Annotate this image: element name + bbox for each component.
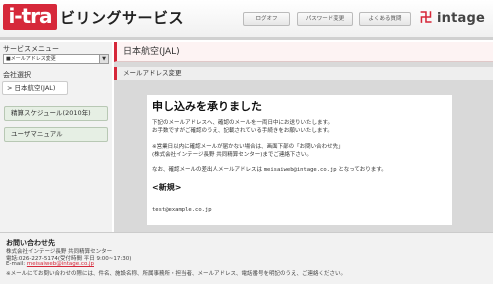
contact-email-prefix: E-mail: — [6, 261, 27, 267]
header: i-tra ビリングサービス ログオフ パスワード変更 よくある質問 卍 int… — [0, 0, 493, 40]
contact-note: ※メールにてお問い合わせの際には、件名、施設名称、所属事務所・担当者、メールアド… — [6, 271, 346, 277]
logoff-button[interactable]: ログオフ — [243, 12, 290, 26]
sender-email: meisaiweb@intage.co.jp — [263, 167, 337, 173]
section-title: メールアドレス変更 — [114, 67, 493, 80]
settlement-schedule-button[interactable]: 精算スケジュール(2010年) — [4, 106, 108, 121]
confirmation-heading: 申し込みを承りました — [152, 100, 262, 113]
message-line-1: 下記のメールアドレスへ、確認のメールを一両日中にお送りいたします。 — [152, 120, 333, 126]
service-menu-select[interactable]: ■メールアドレス変更 ▼ — [3, 54, 109, 64]
message-line-3: ※営業日以内に確認メールが届かない場合は、画面下部の「お問い合わせ先」 — [152, 144, 344, 150]
brand-name: intage — [437, 11, 486, 26]
footer: お問い合わせ先 株式会社インテージ長野 共同精算センター 電話:026-227-… — [0, 232, 493, 284]
user-manual-button[interactable]: ユーザマニュアル — [4, 127, 108, 142]
contact-email-line: E-mail: meisaiweb@intage.co.jp — [6, 261, 94, 267]
chevron-down-icon[interactable]: ▼ — [99, 55, 108, 63]
sender-note-prefix: なお、確認メールの差出人メールアドレスは — [152, 167, 264, 173]
confirmation-panel: 申し込みを承りました 下記のメールアドレスへ、確認のメールを一両日中にお送りいた… — [147, 95, 452, 225]
registered-email: test@example.co.jp — [152, 207, 212, 213]
page-title: 日本航空(JAL) — [114, 42, 493, 62]
logo-box: i-tra — [3, 4, 57, 30]
message-line-4: (株式会社インテージ長野 共同精算センター)までご連絡下さい。 — [152, 152, 312, 158]
main-content: 日本航空(JAL) メールアドレス変更 申し込みを承りました 下記のメールアドレ… — [114, 42, 493, 232]
change-password-button[interactable]: パスワード変更 — [297, 12, 353, 26]
service-title: ビリングサービス — [60, 9, 185, 27]
service-menu-selected-value: ■メールアドレス変更 — [6, 56, 56, 62]
contact-email-link[interactable]: meisaiweb@intage.co.jp — [27, 261, 94, 267]
service-menu-title: サービスメニュー — [3, 45, 59, 53]
company-button[interactable]: > 日本航空(JAL) — [2, 81, 68, 95]
new-label: <新規> — [152, 183, 182, 192]
sender-note-suffix: となっております。 — [336, 167, 387, 173]
faq-button[interactable]: よくある質問 — [359, 12, 411, 26]
brand-mark-icon: 卍 — [419, 11, 433, 26]
brand-logo: 卍 intage — [417, 9, 491, 29]
message-line-5: なお、確認メールの差出人メールアドレスは meisaiweb@intage.co… — [152, 166, 387, 174]
company-select-label: 会社選択 — [3, 71, 31, 79]
sidebar: サービスメニュー ■メールアドレス変更 ▼ 会社選択 > 日本航空(JAL) 精… — [0, 42, 112, 232]
message-line-2: お手数ですがご確認のうえ、記載されている手続きをお願いいたします。 — [152, 128, 333, 134]
